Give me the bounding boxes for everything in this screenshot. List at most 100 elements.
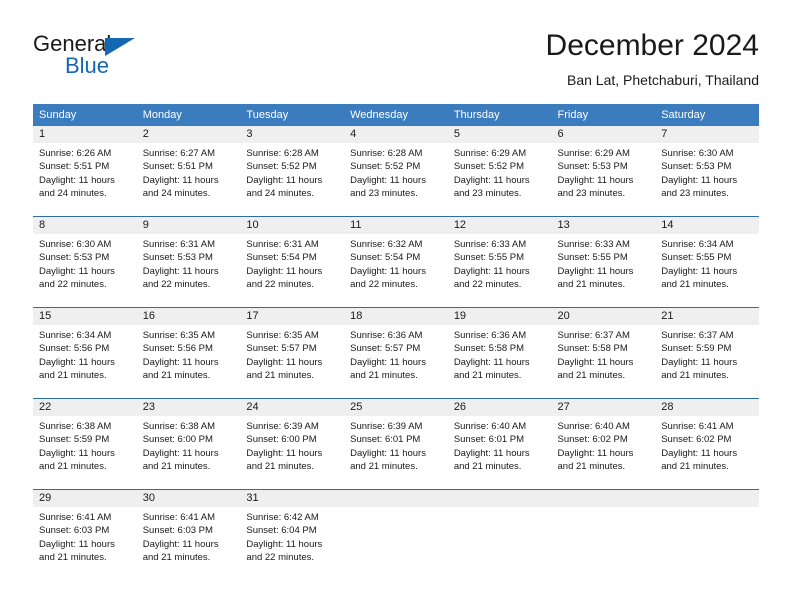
daylight-text-line2: and 21 minutes. <box>557 461 626 473</box>
title-block: December 2024 Ban Lat, Phetchaburi, Thai… <box>546 28 759 90</box>
sunrise-text: Sunrise: 6:38 AM <box>39 421 112 432</box>
day-cell-empty <box>551 489 656 580</box>
daylight-text-line2: and 21 minutes. <box>142 370 211 382</box>
day-number: 16 <box>136 308 241 325</box>
day-cell[interactable]: 31 Sunrise: 6:42 AM Sunset: 6:04 PM Dayligh… <box>240 489 345 580</box>
day-number: 28 <box>655 399 759 416</box>
sunrise-text: Sunrise: 6:28 AM <box>350 148 423 159</box>
sunrise-text: Sunrise: 6:30 AM <box>661 148 734 159</box>
daylight-text-line2: and 21 minutes. <box>453 370 522 382</box>
day-cell[interactable]: 19 Sunrise: 6:36 AM Sunset: 5:58 PM Dayligh… <box>447 307 552 399</box>
day-cell[interactable]: 30 Sunrise: 6:41 AM Sunset: 6:03 PM Dayligh… <box>136 489 241 580</box>
sunset-text: Sunset: 5:53 PM <box>557 161 628 173</box>
day-details: Sunrise: 6:29 AM Sunset: 5:52 PM Daylight:… <box>448 143 552 201</box>
day-details: Sunrise: 6:29 AM Sunset: 5:53 PM Daylight:… <box>552 143 656 201</box>
day-cell[interactable]: 24 Sunrise: 6:39 AM Sunset: 6:00 PM Dayligh… <box>240 398 345 490</box>
day-cell[interactable]: 11 Sunrise: 6:32 AM Sunset: 5:54 PM Dayligh… <box>344 216 448 308</box>
sunrise-text: Sunrise: 6:41 AM <box>39 512 112 523</box>
daylight-text-line2: and 21 minutes. <box>39 370 107 382</box>
daylight-text-line2: and 22 minutes. <box>350 279 418 291</box>
sunrise-sunset-calendar: Sunday Monday Tuesday Wednesday Thursday… <box>33 104 759 580</box>
day-cell[interactable]: 15 Sunrise: 6:34 AM Sunset: 5:56 PM Dayligh… <box>33 307 137 399</box>
day-cell[interactable]: 8 Sunrise: 6:30 AM Sunset: 5:53 PM Daylight… <box>33 216 137 308</box>
day-cell[interactable]: 1 Sunrise: 6:26 AM Sunset: 5:51 PM Daylight… <box>33 126 137 217</box>
sunrise-text: Sunrise: 6:41 AM <box>142 512 216 523</box>
day-cell[interactable]: 10 Sunrise: 6:31 AM Sunset: 5:54 PM Dayligh… <box>240 216 345 308</box>
daylight-text-line2: and 24 minutes. <box>246 188 315 200</box>
day-cell[interactable]: 25 Sunrise: 6:39 AM Sunset: 6:01 PM Dayligh… <box>344 398 448 490</box>
day-cell[interactable]: 22 Sunrise: 6:38 AM Sunset: 5:59 PM Dayligh… <box>33 398 137 490</box>
day-cell[interactable]: 29 Sunrise: 6:41 AM Sunset: 6:03 PM Dayligh… <box>33 489 137 580</box>
day-number: 2 <box>136 126 241 143</box>
day-details: Sunrise: 6:34 AM Sunset: 5:56 PM Daylight:… <box>33 325 137 383</box>
day-cell[interactable]: 14 Sunrise: 6:34 AM Sunset: 5:55 PM Dayligh… <box>655 216 759 308</box>
sunrise-text: Sunrise: 6:34 AM <box>39 330 112 341</box>
sunset-text: Sunset: 6:03 PM <box>142 525 213 537</box>
sunrise-text: Sunrise: 6:27 AM <box>142 148 216 159</box>
day-cell[interactable]: 27 Sunrise: 6:40 AM Sunset: 6:02 PM Dayligh… <box>551 398 656 490</box>
day-number <box>344 490 448 507</box>
sunset-text: Sunset: 5:51 PM <box>142 161 213 173</box>
daylight-text-line2: and 21 minutes. <box>246 461 315 473</box>
day-number: 30 <box>136 490 241 507</box>
sunset-text: Sunset: 5:53 PM <box>142 252 213 264</box>
sunset-text: Sunset: 5:55 PM <box>557 252 628 264</box>
sunrise-text: Sunrise: 6:39 AM <box>246 421 319 432</box>
daylight-text-line1: Daylight: 11 hours <box>142 174 219 186</box>
generalblue-logo[interactable]: General Blue <box>33 32 233 88</box>
daylight-text-line2: and 21 minutes. <box>142 461 211 473</box>
daylight-text-line1: Daylight: 11 hours <box>661 356 738 368</box>
day-number: 1 <box>33 126 137 143</box>
sunrise-text: Sunrise: 6:33 AM <box>453 239 527 250</box>
day-details: Sunrise: 6:39 AM Sunset: 6:00 PM Daylight:… <box>240 416 344 474</box>
weekday-header-saturday: Saturday <box>655 104 759 126</box>
day-cell[interactable]: 7 Sunrise: 6:30 AM Sunset: 5:53 PM Daylight… <box>655 126 759 217</box>
day-cell[interactable]: 5 Sunrise: 6:29 AM Sunset: 5:52 PM Daylight… <box>447 126 552 217</box>
sunrise-text: Sunrise: 6:26 AM <box>39 148 112 159</box>
sunset-text: Sunset: 5:54 PM <box>246 252 317 264</box>
sunset-text: Sunset: 5:53 PM <box>39 252 110 264</box>
sunrise-text: Sunrise: 6:31 AM <box>246 239 319 250</box>
day-cell[interactable]: 13 Sunrise: 6:33 AM Sunset: 5:55 PM Dayligh… <box>551 216 656 308</box>
day-number: 3 <box>240 126 345 143</box>
day-cell[interactable]: 4 Sunrise: 6:28 AM Sunset: 5:52 PM Daylight… <box>344 126 448 217</box>
daylight-text-line1: Daylight: 11 hours <box>661 447 738 459</box>
day-details: Sunrise: 6:40 AM Sunset: 6:01 PM Daylight:… <box>448 416 552 474</box>
sunrise-text: Sunrise: 6:32 AM <box>350 239 423 250</box>
day-cell[interactable]: 6 Sunrise: 6:29 AM Sunset: 5:53 PM Daylight… <box>551 126 656 217</box>
sunset-text: Sunset: 5:58 PM <box>453 343 525 355</box>
day-cell[interactable]: 21 Sunrise: 6:37 AM Sunset: 5:59 PM Dayligh… <box>655 307 759 399</box>
daylight-text-line1: Daylight: 11 hours <box>453 174 530 186</box>
day-cell[interactable]: 12 Sunrise: 6:33 AM Sunset: 5:55 PM Dayligh… <box>447 216 552 308</box>
daylight-text-line2: and 21 minutes. <box>39 461 107 473</box>
day-number: 31 <box>240 490 345 507</box>
weekday-header-monday: Monday <box>136 104 241 126</box>
daylight-text-line1: Daylight: 11 hours <box>661 265 738 277</box>
day-details: Sunrise: 6:35 AM Sunset: 5:57 PM Daylight:… <box>240 325 344 383</box>
daylight-text-line1: Daylight: 11 hours <box>246 356 323 368</box>
page-title: December 2024 <box>545 29 759 62</box>
sunset-text: Sunset: 5:52 PM <box>350 161 421 173</box>
day-cell[interactable]: 9 Sunrise: 6:31 AM Sunset: 5:53 PM Daylight… <box>136 216 241 308</box>
day-cell[interactable]: 16 Sunrise: 6:35 AM Sunset: 5:56 PM Dayligh… <box>136 307 241 399</box>
sunset-text: Sunset: 5:55 PM <box>661 252 732 264</box>
day-cell[interactable]: 23 Sunrise: 6:38 AM Sunset: 6:00 PM Dayligh… <box>136 398 241 490</box>
day-cell[interactable]: 26 Sunrise: 6:40 AM Sunset: 6:01 PM Dayligh… <box>447 398 552 490</box>
day-cell[interactable]: 28 Sunrise: 6:41 AM Sunset: 6:02 PM Dayligh… <box>655 398 759 490</box>
day-details: Sunrise: 6:31 AM Sunset: 5:54 PM Daylight:… <box>240 234 344 292</box>
daylight-text-line2: and 21 minutes. <box>661 370 729 382</box>
day-cell[interactable]: 2 Sunrise: 6:27 AM Sunset: 5:51 PM Daylight… <box>136 126 241 217</box>
page-header: General Blue December 2024 Ban Lat, Phet… <box>33 28 759 98</box>
sunset-text: Sunset: 5:52 PM <box>453 161 525 173</box>
daylight-text-line1: Daylight: 11 hours <box>39 265 115 277</box>
daylight-text-line1: Daylight: 11 hours <box>39 356 115 368</box>
day-cell[interactable]: 20 Sunrise: 6:37 AM Sunset: 5:58 PM Dayligh… <box>551 307 656 399</box>
day-cell[interactable]: 18 Sunrise: 6:36 AM Sunset: 5:57 PM Dayligh… <box>344 307 448 399</box>
daylight-text-line2: and 21 minutes. <box>557 279 626 291</box>
day-cell[interactable]: 3 Sunrise: 6:28 AM Sunset: 5:52 PM Daylight… <box>240 126 345 217</box>
daylight-text-line1: Daylight: 11 hours <box>246 447 323 459</box>
day-details: Sunrise: 6:26 AM Sunset: 5:51 PM Daylight:… <box>33 143 137 201</box>
daylight-text-line2: and 22 minutes. <box>246 279 315 291</box>
sunset-text: Sunset: 5:55 PM <box>453 252 525 264</box>
day-cell[interactable]: 17 Sunrise: 6:35 AM Sunset: 5:57 PM Dayligh… <box>240 307 345 399</box>
